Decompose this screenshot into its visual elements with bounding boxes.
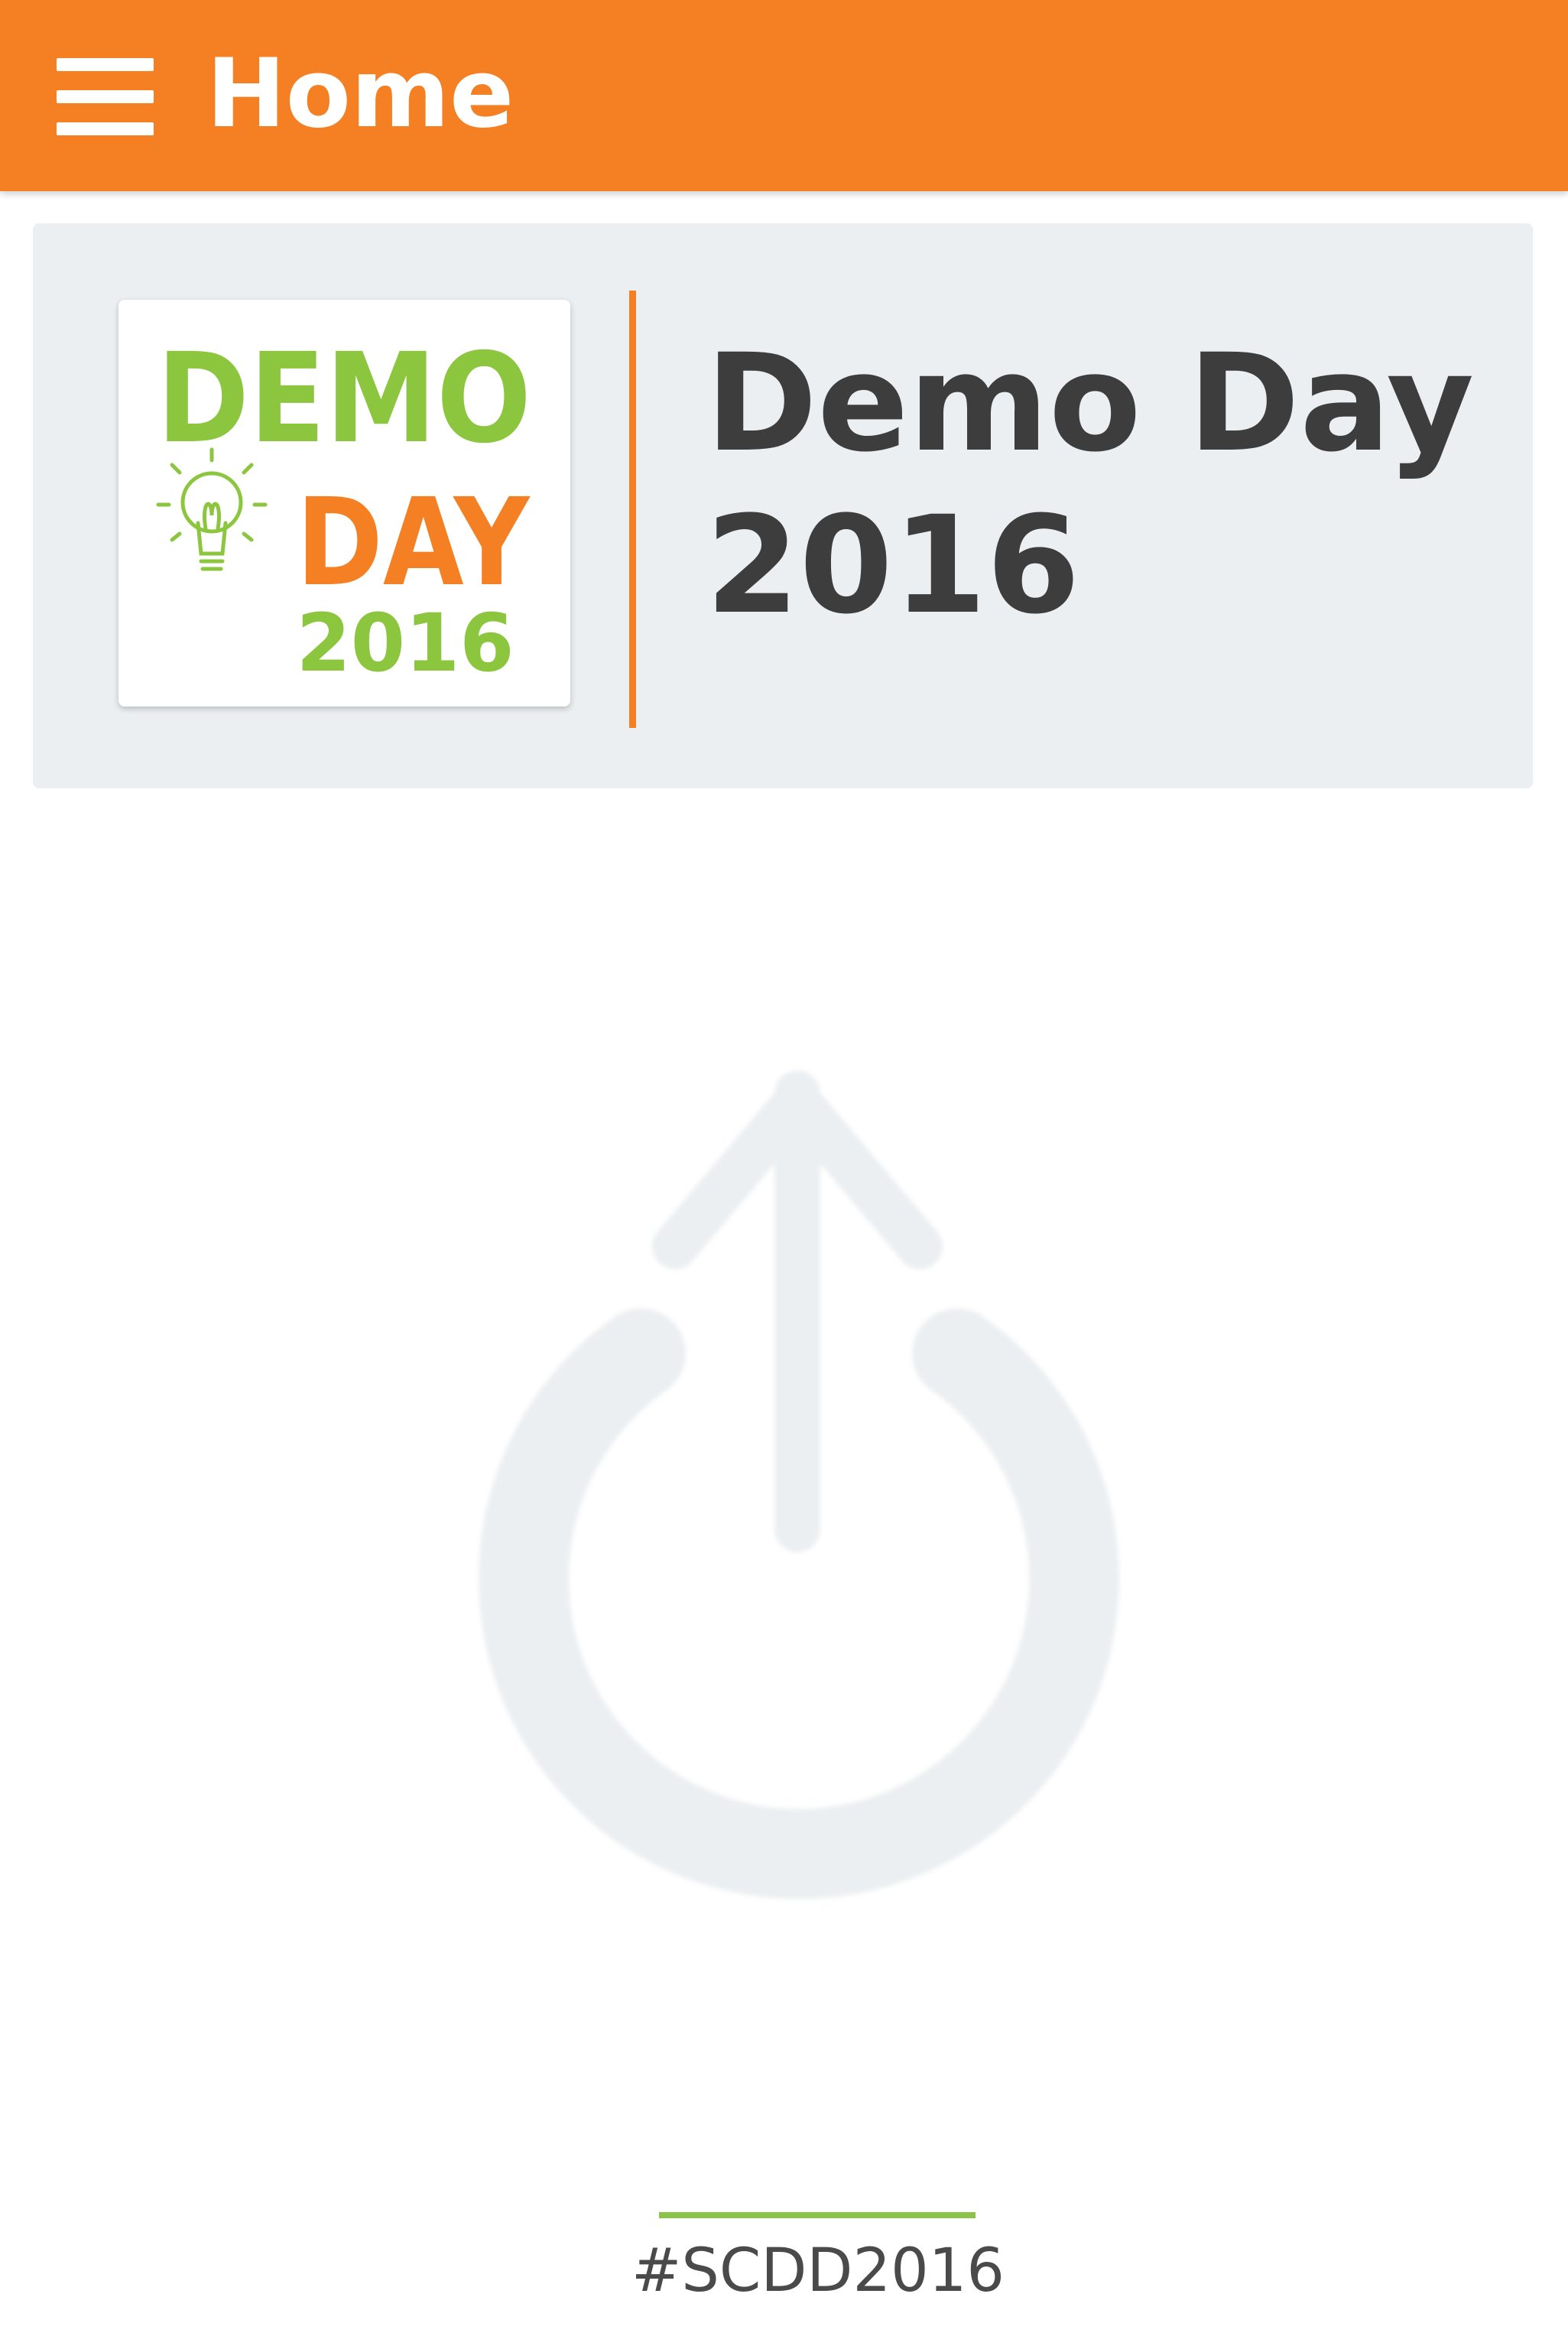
app-bar: Home xyxy=(0,0,1568,191)
page-title: Home xyxy=(206,39,515,149)
power-arrow-icon xyxy=(428,1048,1216,1919)
event-card[interactable]: DEMO DAY 2016 Demo Day 2016 xyxy=(33,223,1533,788)
logo-text-year: 2016 xyxy=(297,596,515,690)
event-title: Demo Day 2016 xyxy=(706,325,1475,644)
event-logo: DEMO DAY 2016 xyxy=(118,300,570,707)
hashtag-divider xyxy=(659,2212,976,2218)
logo-text-day: DAY xyxy=(297,473,531,613)
event-hashtag: #SCDD2016 xyxy=(631,2237,1005,2305)
menu-button[interactable] xyxy=(44,46,159,145)
card-divider xyxy=(629,291,636,728)
